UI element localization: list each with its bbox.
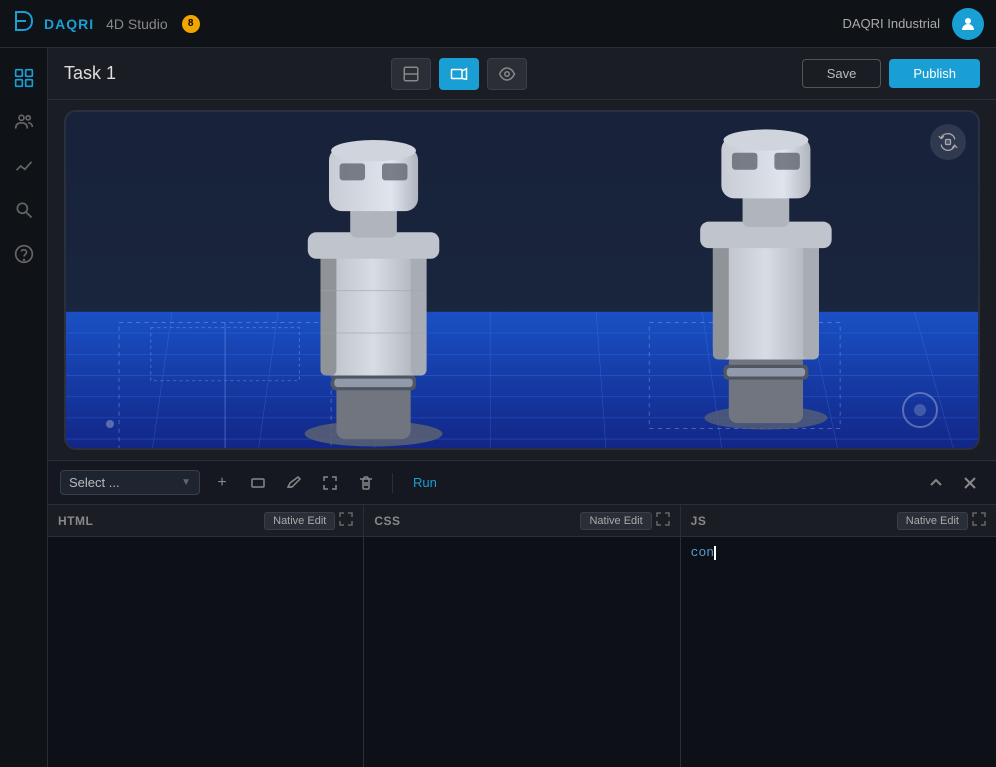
task-title: Task 1 xyxy=(64,63,116,84)
save-button[interactable]: Save xyxy=(802,59,882,88)
transform-tool-button[interactable] xyxy=(316,469,344,497)
editors-panel: HTML Native Edit xyxy=(48,504,996,767)
run-button[interactable]: Run xyxy=(413,475,437,490)
content-area: Task 1 xyxy=(48,48,996,767)
js-expand-icon[interactable] xyxy=(972,512,986,529)
js-editor-pane: JS Native Edit xyxy=(681,505,996,767)
css-editor-body[interactable] xyxy=(364,537,679,767)
warning-badge: 8 xyxy=(182,15,200,33)
right-indicator xyxy=(902,392,938,428)
logo-text: DAQRI xyxy=(44,16,94,32)
topbar: DAQRI 4D Studio 8 DAQRI Industrial xyxy=(0,0,996,48)
css-editor-actions: Native Edit xyxy=(580,512,669,530)
sidebar-item-search[interactable] xyxy=(6,192,42,228)
pencil-tool-button[interactable] xyxy=(280,469,308,497)
view-btn-2d[interactable] xyxy=(391,58,431,90)
rotate-button[interactable] xyxy=(930,124,966,160)
html-native-edit-button[interactable]: Native Edit xyxy=(264,512,335,530)
taskbar: Task 1 xyxy=(48,48,996,100)
sidebar-item-users[interactable] xyxy=(6,104,42,140)
css-editor-pane: CSS Native Edit xyxy=(364,505,680,767)
view-btn-3d[interactable] xyxy=(439,58,479,90)
delete-tool-button[interactable] xyxy=(352,469,380,497)
close-editor-button[interactable] xyxy=(956,469,984,497)
collapse-up-button[interactable] xyxy=(922,469,950,497)
company-name: DAQRI Industrial xyxy=(842,16,940,31)
sidebar-item-analytics[interactable] xyxy=(6,148,42,184)
main-layout: Task 1 xyxy=(0,48,996,767)
topbar-left: DAQRI 4D Studio 8 xyxy=(12,10,200,37)
left-indicator xyxy=(106,420,114,428)
js-lang-label: JS xyxy=(691,514,707,528)
js-editor-actions: Native Edit xyxy=(897,512,986,530)
cursor xyxy=(714,546,716,560)
html-lang-label: HTML xyxy=(58,514,93,528)
js-editor-body[interactable]: con xyxy=(681,537,996,767)
css-editor-header: CSS Native Edit xyxy=(364,505,679,537)
dropdown-arrow-icon: ▼ xyxy=(181,477,191,488)
daqri-logo-icon xyxy=(12,10,34,37)
add-element-button[interactable]: + xyxy=(208,469,236,497)
taskbar-actions: Save Publish xyxy=(802,59,980,88)
toolbar-separator xyxy=(392,473,393,493)
js-native-edit-button[interactable]: Native Edit xyxy=(897,512,968,530)
view-controls xyxy=(391,58,527,90)
3d-viewport xyxy=(66,112,978,448)
avatar[interactable] xyxy=(952,8,984,40)
select-label: Select ... xyxy=(69,475,120,490)
publish-button[interactable]: Publish xyxy=(889,59,980,88)
html-editor-body[interactable] xyxy=(48,537,363,767)
toolbar-right xyxy=(922,469,984,497)
sidebar-item-layers[interactable] xyxy=(6,60,42,96)
html-editor-actions: Native Edit xyxy=(264,512,353,530)
studio-text: 4D Studio xyxy=(106,16,167,32)
css-expand-icon[interactable] xyxy=(656,512,670,529)
rectangle-tool-button[interactable] xyxy=(244,469,272,497)
view-btn-preview[interactable] xyxy=(487,58,527,90)
topbar-right: DAQRI Industrial xyxy=(842,8,984,40)
css-native-edit-button[interactable]: Native Edit xyxy=(580,512,651,530)
editor-toolbar: Select ... ▼ + xyxy=(48,460,996,504)
viewport-frame xyxy=(64,110,980,450)
html-editor-header: HTML Native Edit xyxy=(48,505,363,537)
css-lang-label: CSS xyxy=(374,514,400,528)
html-editor-pane: HTML Native Edit xyxy=(48,505,364,767)
html-expand-icon[interactable] xyxy=(339,512,353,529)
js-code-text: con xyxy=(691,545,714,560)
sidebar-item-help[interactable] xyxy=(6,236,42,272)
select-dropdown[interactable]: Select ... ▼ xyxy=(60,470,200,495)
viewport-wrapper xyxy=(48,100,996,460)
js-editor-header: JS Native Edit xyxy=(681,505,996,537)
sidebar xyxy=(0,48,48,767)
